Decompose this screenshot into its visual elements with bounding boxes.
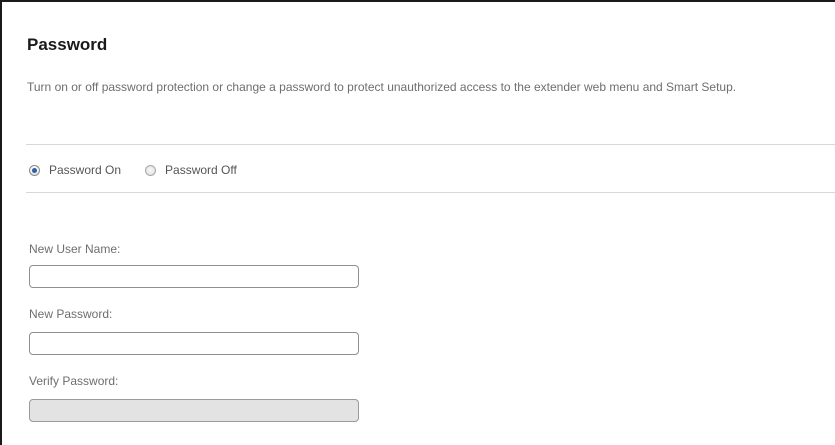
verify-password-label: Verify Password: [29,374,119,388]
password-on-label[interactable]: Password On [49,163,121,177]
password-mode-group: Password On Password Off [29,161,237,179]
password-off-option[interactable]: Password Off [145,163,237,177]
new-password-input[interactable] [29,332,359,355]
page-title: Password [27,35,108,54]
section-description: Turn on or off password protection or ch… [27,80,737,94]
password-off-radio[interactable] [145,164,157,176]
password-on-radio[interactable] [29,164,40,176]
new-password-label: New Password: [29,307,113,321]
divider [26,192,835,193]
password-off-label[interactable]: Password Off [165,163,237,177]
divider [26,144,835,145]
password-on-option[interactable]: Password On [29,163,121,177]
password-settings-panel: Password Turn on or off password protect… [0,0,835,445]
new-user-name-label: New User Name: [29,242,121,256]
new-user-name-input[interactable] [29,265,359,288]
verify-password-input[interactable] [29,399,359,422]
